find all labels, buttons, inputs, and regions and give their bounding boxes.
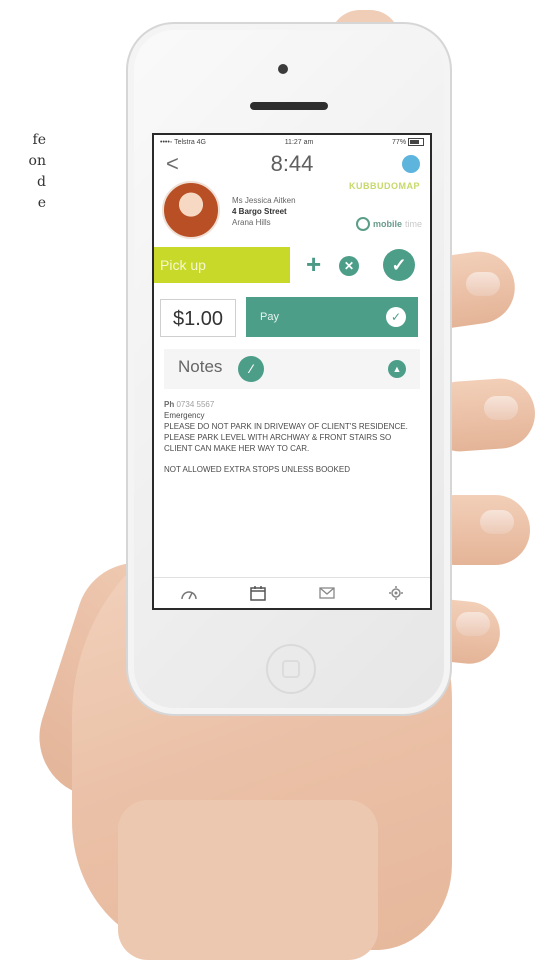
home-button[interactable] xyxy=(266,644,316,694)
amount-field[interactable]: $1.00 xyxy=(160,299,236,337)
side-text-line: d xyxy=(37,174,46,190)
cropped-side-text: fe on d e xyxy=(0,130,46,214)
phone-line: Ph 0734 5567 xyxy=(164,399,420,410)
battery-percent: 77% xyxy=(392,138,407,146)
phone-prefix: Ph xyxy=(164,400,175,409)
fingernail xyxy=(466,272,500,296)
fingernail xyxy=(480,510,514,534)
add-icon[interactable]: + xyxy=(306,247,321,281)
phone-screen: ••••◦ Telstra 4G 11:27 am 77% < 8:44 Ms … xyxy=(152,133,432,610)
check-icon: ✓ xyxy=(386,307,406,327)
fingernail xyxy=(484,396,518,420)
dashboard-icon[interactable] xyxy=(178,584,200,602)
pickup-row: Pick up + ✕ ✓ xyxy=(154,247,430,293)
pickup-button[interactable]: Pick up xyxy=(154,247,290,283)
payment-row: $1.00 Pay ✓ xyxy=(154,297,430,343)
tab-bar xyxy=(154,577,430,608)
pay-label: Pay xyxy=(260,311,279,323)
emergency-label: Emergency xyxy=(164,411,205,420)
booking-time: 8:44 xyxy=(270,151,314,176)
profile-icon[interactable] xyxy=(402,155,420,173)
status-bar: ••••◦ Telstra 4G 11:27 am 77% xyxy=(154,135,430,149)
avatar xyxy=(162,181,220,239)
side-text-line: fe xyxy=(32,132,46,148)
status-time: 11:27 am xyxy=(284,138,314,146)
client-info: Ms Jessica Aitken 4 Bargo Street Arana H… xyxy=(154,181,430,243)
top-bar: < 8:44 xyxy=(154,149,430,181)
parking-instructions: PLEASE DO NOT PARK IN DRIVEWAY OF CLIENT… xyxy=(164,422,408,453)
pay-button[interactable]: Pay ✓ xyxy=(246,297,418,337)
client-name: Ms Jessica Aitken xyxy=(232,196,296,205)
notes-header[interactable]: Notes ⁄ ▲ xyxy=(164,349,420,389)
hand-wrist xyxy=(118,800,378,960)
calendar-icon[interactable] xyxy=(247,584,269,602)
side-text-line: e xyxy=(37,195,46,211)
logo-text: mobile xyxy=(372,219,402,229)
phone-number: 0734 5567 xyxy=(176,400,215,409)
notes-content: Ph 0734 5567 Emergency PLEASE DO NOT PAR… xyxy=(154,389,430,475)
edit-icon[interactable]: ⁄ xyxy=(238,356,264,382)
notes-label: Notes xyxy=(178,357,223,376)
battery-icon xyxy=(408,138,424,146)
mobiletime-logo: mobile time xyxy=(355,217,422,231)
stops-instructions: NOT ALLOWED EXTRA STOPS UNLESS BOOKED xyxy=(164,465,350,474)
side-text-line: on xyxy=(28,153,46,169)
fingernail xyxy=(456,612,490,636)
client-details: Ms Jessica Aitken 4 Bargo Street Arana H… xyxy=(232,195,296,228)
carrier-label: ••••◦ Telstra 4G xyxy=(160,138,207,146)
client-street: 4 Bargo Street xyxy=(232,207,287,216)
logo-ring-icon xyxy=(355,217,370,231)
speaker-grill xyxy=(250,102,328,110)
logo-suffix: time xyxy=(404,219,422,229)
camera-icon xyxy=(278,64,288,74)
cancel-icon[interactable]: ✕ xyxy=(339,256,359,276)
brand-tag: KUBBUDOMAP xyxy=(349,181,420,191)
client-suburb: Arana Hills xyxy=(232,218,271,227)
collapse-icon[interactable]: ▲ xyxy=(388,360,406,378)
mail-icon[interactable] xyxy=(316,584,338,602)
settings-icon[interactable] xyxy=(385,584,407,602)
battery-indicator: 77% xyxy=(392,138,424,146)
confirm-icon[interactable]: ✓ xyxy=(383,249,415,281)
